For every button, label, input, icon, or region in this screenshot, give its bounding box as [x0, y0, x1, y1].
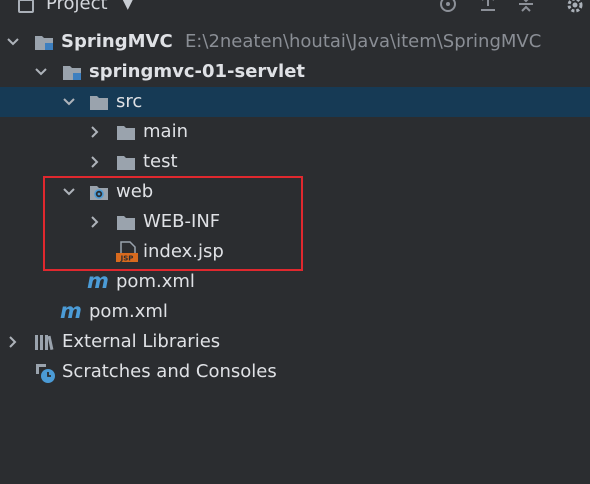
- chevron-right-icon[interactable]: [6, 327, 20, 357]
- project-tool-window: Project ▼ SpringMVC E:\2neaten\houtai\Ja…: [0, 0, 590, 484]
- root-path-hint: E:\2neaten\houtai\Java\item\SpringMVC: [184, 31, 542, 52]
- tree-node-label: External Libraries: [62, 331, 221, 352]
- maven-icon: m: [60, 299, 82, 323]
- jsp-file-icon: JSP: [116, 241, 138, 263]
- folder-icon: [116, 153, 136, 171]
- tree-node-external-libraries[interactable]: External Libraries: [0, 327, 590, 357]
- project-view-title[interactable]: Project: [46, 0, 108, 14]
- library-icon: [34, 333, 54, 351]
- tree-node-label: springmvc-01-servlet: [89, 61, 306, 82]
- tree-node-label: SpringMVC E:\2neaten\houtai\Java\item\Sp…: [61, 31, 541, 52]
- chevron-down-icon[interactable]: [62, 177, 76, 207]
- folder-icon: [116, 123, 136, 141]
- jsp-badge-text: JSP: [120, 255, 134, 263]
- collapse-all-icon[interactable]: [516, 0, 536, 19]
- tree-node-label: WEB-INF: [143, 211, 221, 232]
- web-folder-icon: [89, 183, 109, 201]
- module-folder-icon: [34, 33, 54, 51]
- chevron-right-icon[interactable]: [88, 117, 102, 147]
- project-view-icon: [18, 0, 34, 13]
- maven-icon: m: [87, 269, 109, 293]
- tree-node-springmvc[interactable]: SpringMVC E:\2neaten\houtai\Java\item\Sp…: [0, 27, 590, 57]
- tree-node-scratches[interactable]: Scratches and Consoles: [0, 357, 590, 387]
- chevron-right-icon[interactable]: [88, 207, 102, 237]
- tree-node-src[interactable]: src: [0, 87, 590, 117]
- tree-node-test[interactable]: test: [0, 147, 590, 177]
- tree-node-module[interactable]: springmvc-01-servlet: [0, 57, 590, 87]
- folder-icon: [116, 213, 136, 231]
- scratches-icon: [34, 362, 56, 384]
- folder-icon: [89, 93, 109, 111]
- tree-node-label: index.jsp: [143, 241, 224, 262]
- root-name: SpringMVC: [61, 31, 173, 52]
- project-header: Project ▼: [0, 0, 590, 18]
- tree-node-index-jsp[interactable]: JSP index.jsp: [0, 237, 590, 267]
- tree-node-root-pom[interactable]: m pom.xml: [0, 297, 590, 327]
- locate-icon[interactable]: [438, 0, 458, 19]
- tree-node-webinf[interactable]: WEB-INF: [0, 207, 590, 237]
- module-folder-icon: [62, 63, 82, 81]
- chevron-right-icon[interactable]: [88, 147, 102, 177]
- tree-node-web[interactable]: web: [0, 177, 590, 207]
- chevron-down-icon[interactable]: [6, 27, 20, 57]
- expand-all-icon[interactable]: [478, 0, 498, 19]
- chevron-down-icon[interactable]: [34, 57, 48, 87]
- tree-node-label: web: [116, 181, 154, 202]
- tree-node-main[interactable]: main: [0, 117, 590, 147]
- tree-node-label: Scratches and Consoles: [62, 361, 277, 382]
- view-selector-caret[interactable]: ▼: [122, 0, 134, 12]
- tree-node-label: pom.xml: [116, 271, 195, 292]
- tree-node-label: src: [116, 91, 143, 112]
- tree-node-label: test: [143, 151, 178, 172]
- tree-node-label: pom.xml: [89, 301, 168, 322]
- gear-icon[interactable]: [564, 0, 586, 21]
- tree-node-module-pom[interactable]: m pom.xml: [0, 267, 590, 297]
- chevron-down-icon[interactable]: [62, 87, 76, 117]
- tree-node-label: main: [143, 121, 188, 142]
